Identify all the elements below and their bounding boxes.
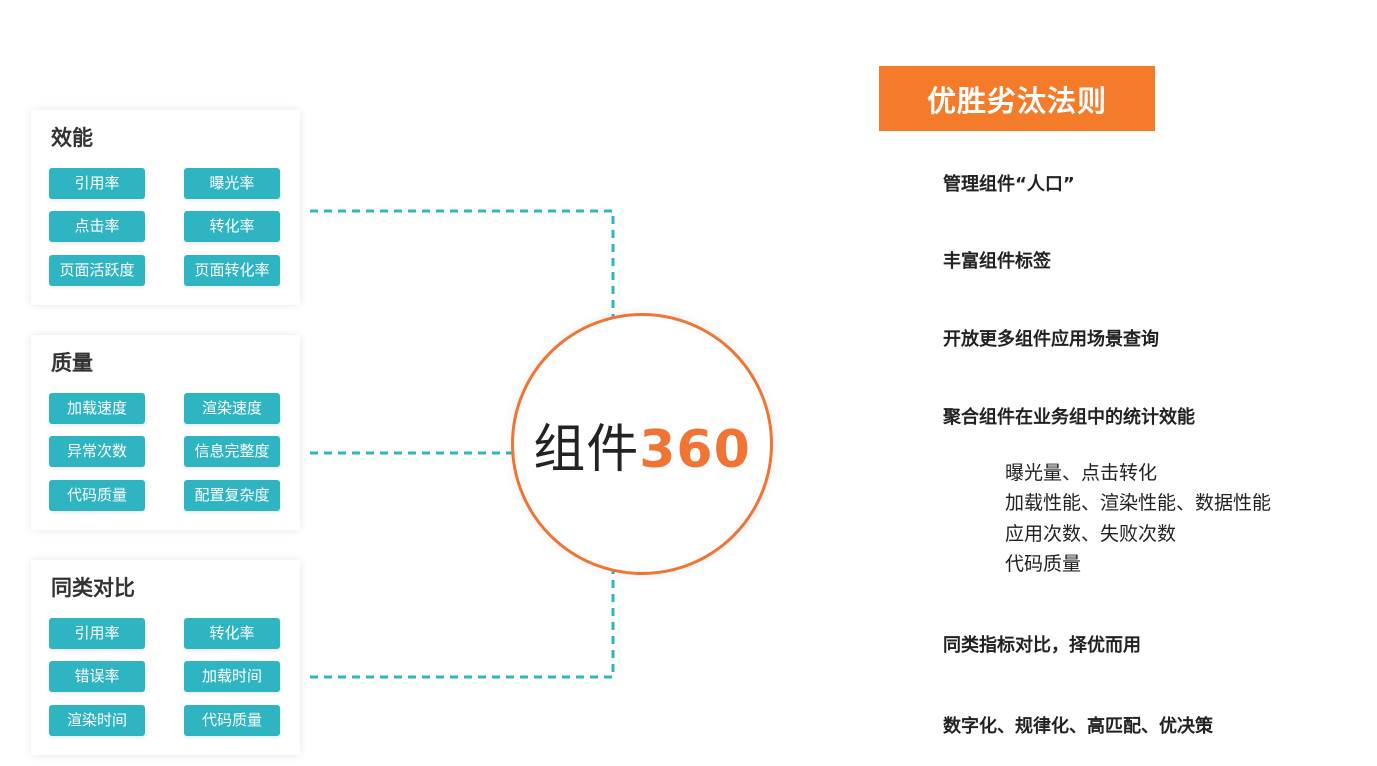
rule-item: 管理组件“人口” — [943, 174, 1075, 195]
tag: 信息完整度 — [184, 436, 280, 467]
rule-sub-item: 曝光量、点击转化 — [1005, 462, 1158, 484]
tag: 加载时间 — [184, 661, 280, 692]
rule-sub-item: 代码质量 — [1005, 553, 1082, 575]
tag: 页面活跃度 — [49, 255, 145, 286]
card-title: 质量 — [51, 351, 93, 375]
rule-item: 聚合组件在业务组中的统计效能 — [943, 407, 1195, 428]
center-circle: 组件360 — [511, 313, 773, 575]
tag: 引用率 — [49, 168, 145, 199]
tag: 转化率 — [184, 211, 280, 242]
card-efficiency: 效能 引用率 曝光率 点击率 转化率 页面活跃度 页面转化率 — [31, 110, 300, 305]
tag: 加载速度 — [49, 393, 145, 424]
tag: 渲染速度 — [184, 393, 280, 424]
tag: 页面转化率 — [184, 255, 280, 286]
tag: 渲染时间 — [49, 705, 145, 736]
rule-item: 同类指标对比，择优而用 — [943, 635, 1141, 656]
tag: 异常次数 — [49, 436, 145, 467]
rule-item: 数字化、规律化、高匹配、优决策 — [943, 716, 1213, 737]
tag: 转化率 — [184, 618, 280, 649]
center-label: 组件 — [533, 419, 640, 480]
tag: 曝光率 — [184, 168, 280, 199]
rule-item: 丰富组件标签 — [943, 251, 1051, 272]
tag: 代码质量 — [184, 705, 280, 736]
tag: 引用率 — [49, 618, 145, 649]
card-quality: 质量 加载速度 渲染速度 异常次数 信息完整度 代码质量 配置复杂度 — [31, 335, 300, 530]
center-title: 组件360 — [533, 407, 751, 482]
tag: 配置复杂度 — [184, 480, 280, 511]
rules-banner: 优胜劣汰法则 — [879, 66, 1155, 131]
tag: 代码质量 — [49, 480, 145, 511]
tag: 错误率 — [49, 661, 145, 692]
tag: 点击率 — [49, 211, 145, 242]
rule-sub-item: 加载性能、渲染性能、数据性能 — [1005, 492, 1272, 514]
rule-sub-item: 应用次数、失败次数 — [1005, 523, 1177, 545]
card-peer-comparison: 同类对比 引用率 转化率 错误率 加载时间 渲染时间 代码质量 — [31, 560, 300, 755]
connector-bottom — [310, 570, 615, 679]
card-title: 同类对比 — [51, 576, 135, 600]
connector-top — [310, 209, 615, 318]
card-title: 效能 — [51, 126, 93, 150]
rule-item: 开放更多组件应用场景查询 — [943, 329, 1159, 350]
center-number: 360 — [639, 419, 751, 480]
